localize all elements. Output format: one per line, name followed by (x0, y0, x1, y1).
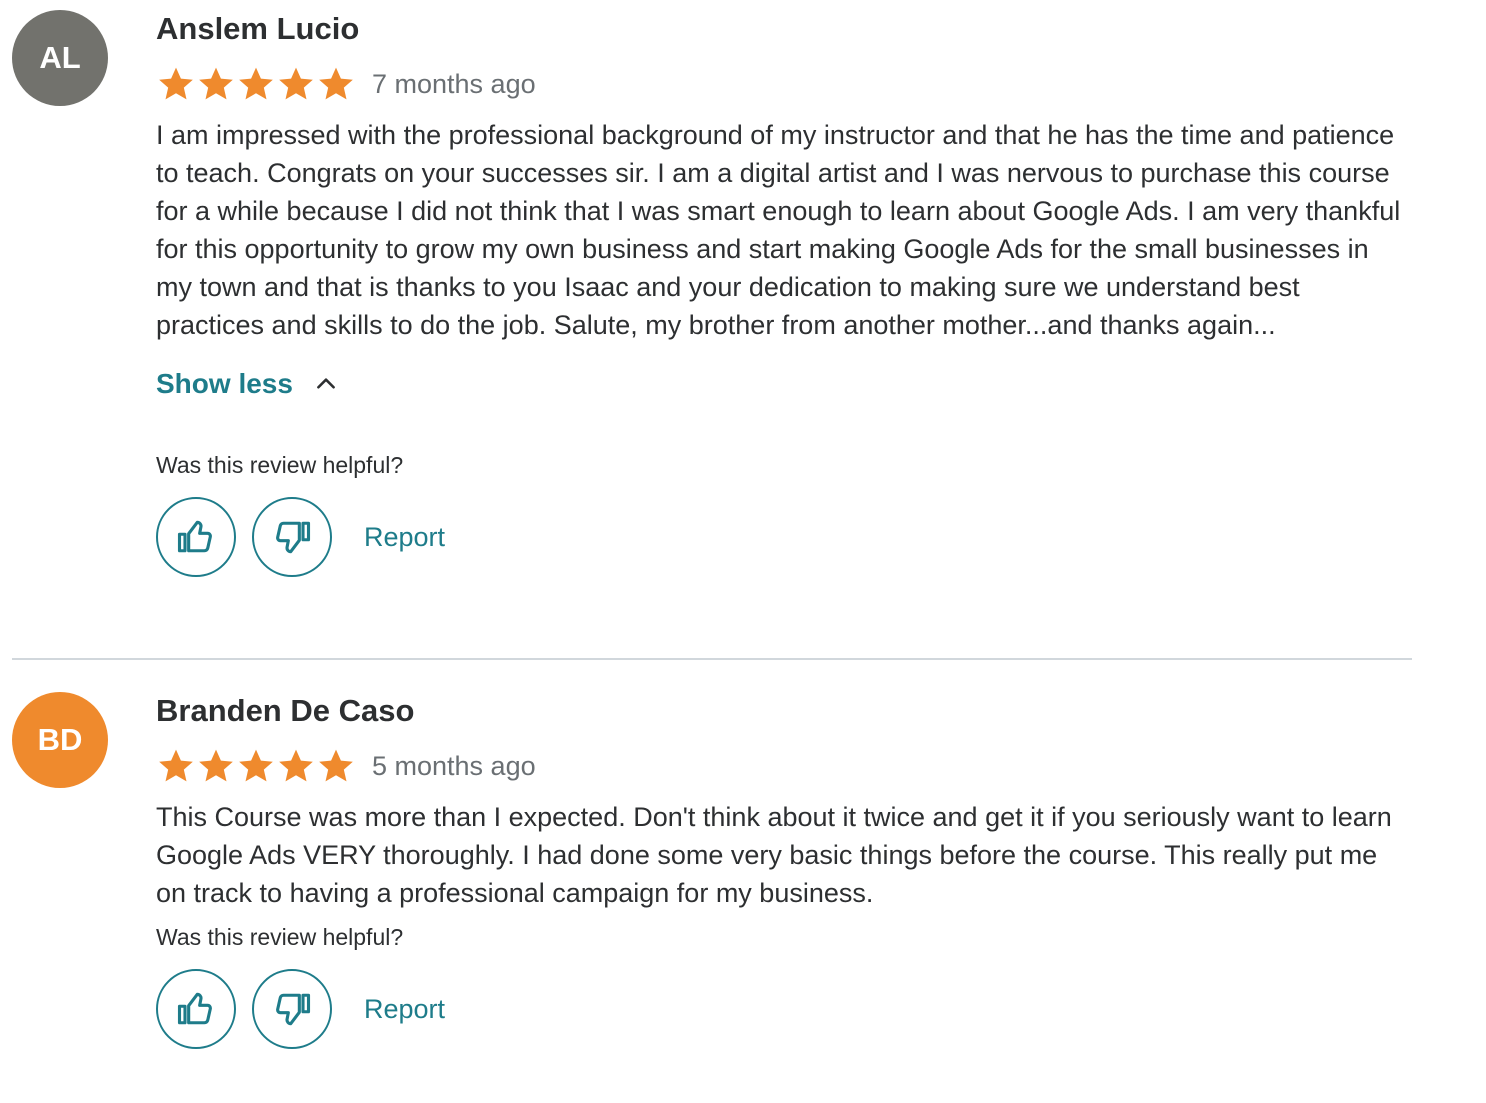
not-helpful-button[interactable] (252, 969, 332, 1049)
review-actions: Report (156, 497, 1412, 577)
star-icon (156, 746, 196, 786)
thumbs-down-icon (270, 987, 314, 1031)
thumbs-up-icon (174, 987, 218, 1031)
review-actions: Report (156, 969, 1412, 1049)
rating-row: 7 months ago (156, 64, 1412, 104)
helpful-question: Was this review helpful? (156, 924, 404, 950)
star-icon (276, 746, 316, 786)
reviewer-name: Anslem Lucio (156, 11, 360, 46)
helpful-button[interactable] (156, 497, 236, 577)
review-content: Branden De Caso 5 months ago This Course… (156, 692, 1412, 1049)
review-time: 5 months ago (372, 750, 536, 781)
review-divider (12, 658, 1412, 660)
star-icon (316, 746, 356, 786)
review-text: I am impressed with the professional bac… (156, 120, 1401, 340)
review-text: This Course was more than I expected. Do… (156, 802, 1392, 908)
thumbs-up-icon (174, 515, 218, 559)
chevron-up-icon (317, 378, 335, 389)
not-helpful-button[interactable] (252, 497, 332, 577)
star-rating (156, 746, 356, 786)
thumbs-down-icon (270, 515, 314, 559)
star-icon (316, 64, 356, 104)
review-content: Anslem Lucio 7 months ago I am impressed… (156, 10, 1412, 577)
star-icon (236, 64, 276, 104)
avatar: BD (12, 692, 108, 788)
helpful-button[interactable] (156, 969, 236, 1049)
star-icon (276, 64, 316, 104)
avatar: AL (12, 10, 108, 106)
star-icon (156, 64, 196, 104)
helpful-question: Was this review helpful? (156, 452, 404, 478)
star-icon (196, 746, 236, 786)
star-icon (236, 746, 276, 786)
rating-row: 5 months ago (156, 746, 1412, 786)
star-rating (156, 64, 356, 104)
review-time: 7 months ago (372, 68, 536, 99)
show-less-label: Show less (156, 368, 293, 399)
show-less-button[interactable]: Show less (156, 364, 339, 404)
report-link[interactable]: Report (364, 994, 445, 1025)
star-icon (196, 64, 236, 104)
reviewer-name: Branden De Caso (156, 693, 415, 728)
report-link[interactable]: Report (364, 522, 445, 553)
